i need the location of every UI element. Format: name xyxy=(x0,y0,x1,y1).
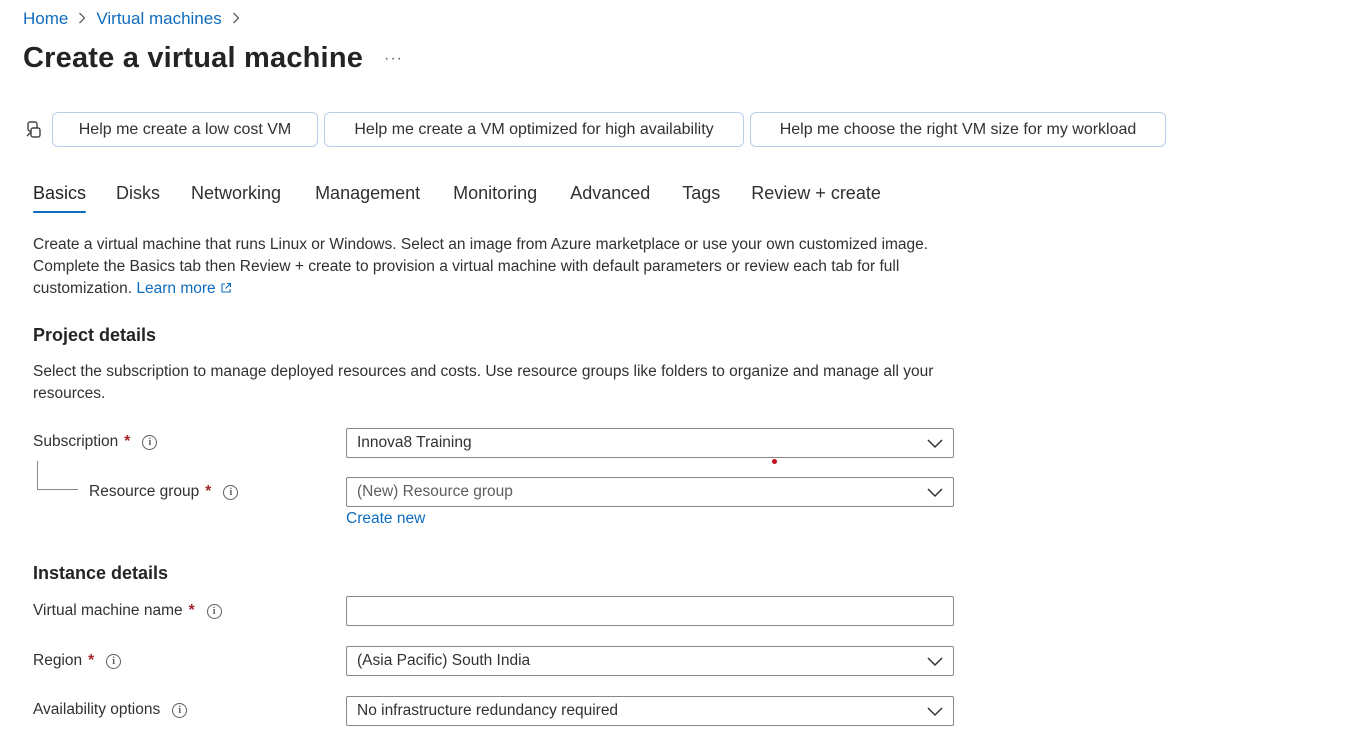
tab-review-create[interactable]: Review + create xyxy=(751,183,881,213)
availability-options-label-row: Availability options i xyxy=(33,701,188,719)
availability-options-label: Availability options xyxy=(33,701,161,718)
instance-details-heading: Instance details xyxy=(33,563,169,583)
tab-management[interactable]: Management xyxy=(315,183,420,213)
chevron-down-icon xyxy=(927,436,943,450)
breadcrumb-virtual-machines-link[interactable]: Virtual machines xyxy=(96,9,221,29)
tab-networking[interactable]: Networking xyxy=(191,183,281,213)
copilot-icon xyxy=(24,120,44,140)
learn-more-label: Learn more xyxy=(136,280,216,297)
breadcrumb: Home Virtual machines xyxy=(23,9,250,29)
resource-group-select[interactable]: (New) Resource group xyxy=(346,477,954,507)
info-icon[interactable]: i xyxy=(206,603,222,619)
subscription-label: Subscription xyxy=(33,433,119,450)
required-indicator: * xyxy=(88,652,95,669)
region-label-row: Region * i xyxy=(33,652,122,670)
info-icon[interactable]: i xyxy=(223,484,239,500)
tab-basics[interactable]: Basics xyxy=(33,183,87,213)
region-label: Region xyxy=(33,652,83,669)
tab-advanced[interactable]: Advanced xyxy=(570,183,650,213)
required-indicator: * xyxy=(188,602,195,619)
project-details-description: Select the subscription to manage deploy… xyxy=(33,363,934,402)
help-vm-size-button[interactable]: Help me choose the right VM size for my … xyxy=(750,112,1166,147)
chevron-right-icon xyxy=(78,11,86,28)
tab-bar: Basics Disks Networking Management Monit… xyxy=(33,183,881,213)
breadcrumb-home-link[interactable]: Home xyxy=(23,9,68,29)
chevron-down-icon xyxy=(927,704,943,718)
required-indicator: * xyxy=(205,483,212,500)
project-details-heading: Project details xyxy=(33,325,157,345)
resource-group-label: Resource group xyxy=(89,483,200,500)
availability-options-select[interactable]: No infrastructure redundancy required xyxy=(346,696,954,726)
vm-name-label-row: Virtual machine name * i xyxy=(33,602,222,620)
chevron-down-icon xyxy=(927,654,943,668)
external-link-icon xyxy=(220,280,232,297)
tree-connector-horizontal xyxy=(37,489,78,490)
info-icon[interactable]: i xyxy=(106,653,122,669)
availability-options-value: No infrastructure redundancy required xyxy=(357,702,619,719)
chevron-down-icon xyxy=(927,485,943,499)
subscription-value: Innova8 Training xyxy=(357,434,472,451)
help-high-availability-vm-button[interactable]: Help me create a VM optimized for high a… xyxy=(324,112,744,147)
more-options-button[interactable]: ··· xyxy=(384,50,403,68)
tree-connector-vertical xyxy=(37,461,38,489)
resource-group-label-row: Resource group * i xyxy=(89,483,239,501)
tab-tags[interactable]: Tags xyxy=(682,183,720,213)
region-value: (Asia Pacific) South India xyxy=(357,652,531,669)
info-icon[interactable]: i xyxy=(172,702,188,718)
red-dot-marker xyxy=(772,459,777,464)
help-low-cost-vm-button[interactable]: Help me create a low cost VM xyxy=(52,112,318,147)
subscription-select[interactable]: Innova8 Training xyxy=(346,428,954,458)
page-title: Create a virtual machine xyxy=(23,42,364,74)
tab-monitoring[interactable]: Monitoring xyxy=(453,183,537,213)
resource-group-placeholder: (New) Resource group xyxy=(357,483,513,500)
intro-text: Create a virtual machine that runs Linux… xyxy=(33,234,953,300)
subscription-label-row: Subscription * i xyxy=(33,433,158,451)
chevron-right-icon xyxy=(232,11,240,28)
create-new-resource-group-link[interactable]: Create new xyxy=(346,510,425,528)
vm-name-input[interactable] xyxy=(346,596,954,626)
region-select[interactable]: (Asia Pacific) South India xyxy=(346,646,954,676)
required-indicator: * xyxy=(124,433,131,450)
info-icon[interactable]: i xyxy=(142,434,158,450)
vm-name-label: Virtual machine name xyxy=(33,602,183,619)
learn-more-link[interactable]: Learn more xyxy=(136,280,232,297)
tab-disks[interactable]: Disks xyxy=(116,183,160,213)
